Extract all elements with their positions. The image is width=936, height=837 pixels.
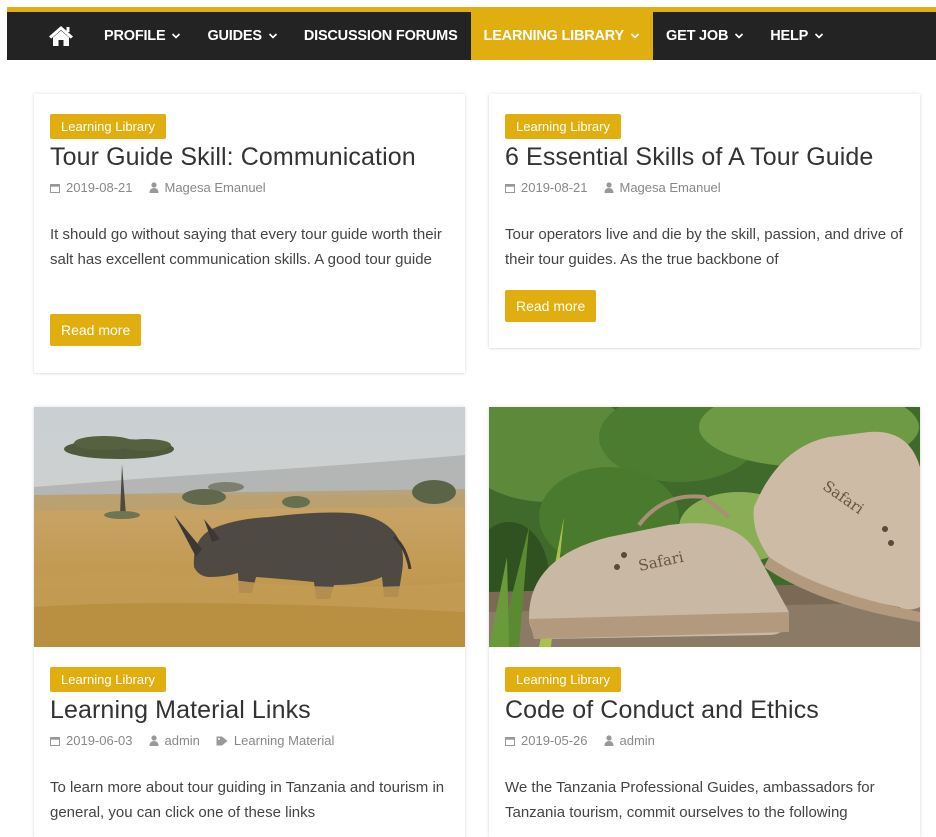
nav-learning-library[interactable]: LEARNING LIBRARY (470, 12, 654, 60)
post-date-text: 2019-06-03 (66, 733, 133, 748)
category-badge[interactable]: Learning Library (505, 667, 621, 692)
post-card: Learning Library 6 Essential Skills of A… (489, 94, 920, 348)
chevron-down-icon (735, 33, 744, 39)
calendar-icon (50, 183, 60, 193)
user-icon (149, 735, 158, 746)
chevron-down-icon (630, 33, 640, 39)
post-author[interactable]: Magesa Emanuel (604, 180, 721, 195)
category-badge[interactable]: Learning Library (505, 114, 621, 139)
post-date-text: 2019-08-21 (521, 180, 588, 195)
post-meta: 2019-06-03 admin Learning Material (50, 733, 350, 748)
chevron-down-icon (172, 33, 181, 39)
post-date[interactable]: 2019-08-21 (50, 180, 133, 195)
nav-help-label: HELP (770, 28, 809, 44)
post-title[interactable]: Learning Material Links (50, 696, 311, 725)
post-author-text: admin (619, 733, 655, 748)
post-excerpt: To learn more about tour guiding in Tanz… (50, 779, 445, 821)
post-date-text: 2019-08-21 (66, 180, 133, 195)
main-navbar: PROFILE GUIDES DISCUSSION FORUMS LEARNIN… (7, 12, 936, 60)
user-icon (604, 735, 613, 746)
user-icon (149, 182, 158, 193)
nav-get-job-label: GET JOB (666, 28, 729, 44)
nav-guides[interactable]: GUIDES (194, 12, 290, 60)
post-card: Learning Library Tour Guide Skill: Commu… (34, 94, 465, 373)
post-excerpt: It should go without saying that every t… (50, 226, 442, 268)
chevron-down-icon (815, 33, 824, 39)
post-author[interactable]: admin (149, 733, 200, 748)
tag-icon (216, 736, 228, 745)
post-card: Safari Safari Learning Library Code of C… (489, 407, 920, 837)
post-meta: 2019-08-21 Magesa Emanuel (505, 180, 737, 195)
post-date[interactable]: 2019-06-03 (50, 733, 133, 748)
nav-discussion-forums[interactable]: DISCUSSION FORUMS (291, 12, 471, 60)
nav-home-link[interactable] (45, 12, 77, 60)
nav-profile[interactable]: PROFILE (91, 12, 194, 60)
nav-guides-label: GUIDES (207, 28, 262, 44)
category-badge[interactable]: Learning Library (50, 667, 166, 692)
calendar-icon (50, 736, 60, 746)
post-date[interactable]: 2019-08-21 (505, 180, 588, 195)
chevron-down-icon (268, 33, 277, 39)
nav-help[interactable]: HELP (757, 12, 837, 60)
calendar-icon (505, 183, 515, 193)
safari-boots-image[interactable]: Safari Safari (489, 407, 920, 647)
nav-profile-label: PROFILE (104, 28, 166, 44)
user-icon (604, 182, 613, 193)
read-more-button[interactable]: Read more (505, 290, 597, 322)
post-title[interactable]: Tour Guide Skill: Communication (50, 143, 416, 172)
rhino-savanna-image[interactable] (34, 407, 465, 647)
post-title[interactable]: Code of Conduct and Ethics (505, 696, 819, 725)
nav-get-job[interactable]: GET JOB (653, 12, 757, 60)
read-more-button[interactable]: Read more (50, 314, 142, 346)
post-author-text: admin (164, 733, 200, 748)
post-excerpt: We the Tanzania Professional Guides, amb… (505, 779, 875, 821)
post-date[interactable]: 2019-05-26 (505, 733, 588, 748)
post-author[interactable]: Magesa Emanuel (149, 180, 266, 195)
nav-discussion-forums-label: DISCUSSION FORUMS (303, 28, 458, 44)
post-author-text: Magesa Emanuel (619, 180, 721, 195)
post-tag[interactable]: Learning Material (216, 733, 334, 748)
post-tag-text: Learning Material (233, 733, 335, 748)
post-date-text: 2019-05-26 (521, 733, 588, 748)
post-excerpt: Tour operators live and die by the skill… (505, 226, 903, 268)
post-meta: 2019-05-26 admin (505, 733, 671, 748)
post-author[interactable]: admin (604, 733, 655, 748)
post-title[interactable]: 6 Essential Skills of A Tour Guide (505, 143, 873, 172)
nav-learning-library-label: LEARNING LIBRARY (483, 28, 625, 44)
post-meta: 2019-08-21 Magesa Emanuel (50, 180, 282, 195)
calendar-icon (505, 736, 515, 746)
post-card: Learning Library Learning Material Links… (34, 407, 465, 837)
home-icon (49, 26, 73, 46)
category-badge[interactable]: Learning Library (50, 114, 166, 139)
post-author-text: Magesa Emanuel (164, 180, 266, 195)
